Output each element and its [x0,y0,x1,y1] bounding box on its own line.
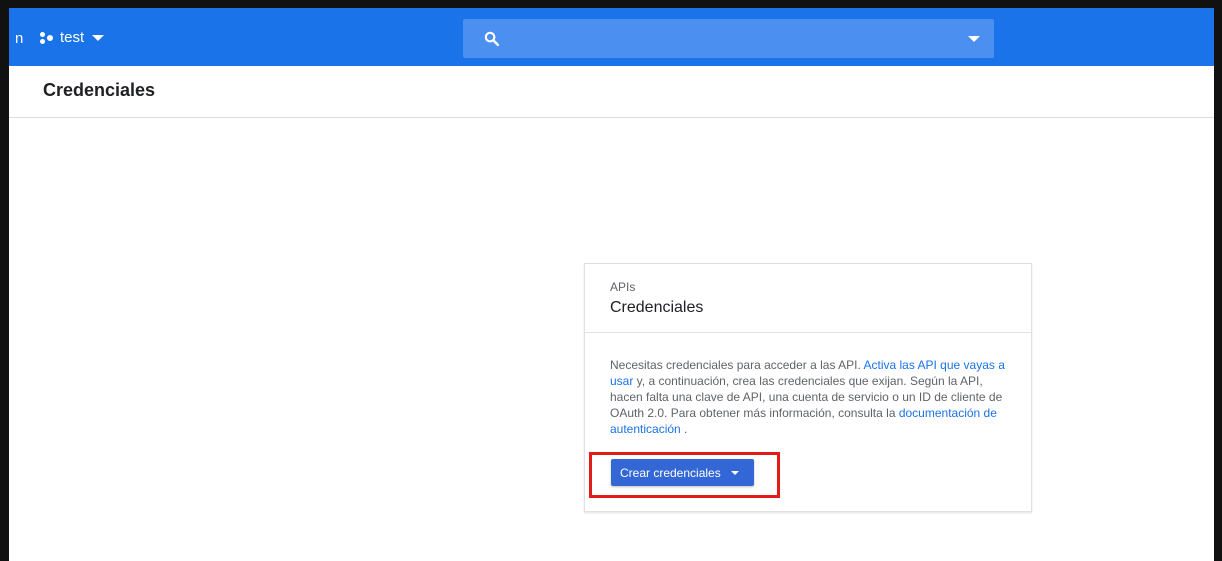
project-selector[interactable]: test [40,26,105,50]
frame-border-left [0,0,9,561]
description-text-1: Necesitas credenciales para acceder a la… [610,358,864,372]
card-eyebrow: APIs [610,280,636,294]
search-dropdown-chevron-icon[interactable] [968,36,980,42]
search-input[interactable] [511,27,951,51]
chevron-down-icon [730,470,739,475]
card-description: Necesitas credenciales para acceder a la… [610,357,1010,437]
page-title: Credenciales [43,80,156,100]
top-app-bar: n test [9,8,1214,66]
page-header: Credenciales [9,66,1214,118]
project-dots-icon [40,31,54,45]
card-header: APIs Credenciales [585,264,1031,333]
frame-border-top [0,0,1222,8]
search-bar[interactable] [463,19,994,58]
description-text-3: . [680,422,688,436]
screenshot-frame: n test Credenciales APIs Credenciales Ne… [0,0,1222,561]
project-name: test [60,29,85,46]
create-credentials-button[interactable]: Crear credenciales [611,459,754,486]
partial-app-name: n [15,30,24,47]
create-credentials-label: Crear credenciales [620,465,721,480]
frame-border-right [1214,0,1222,561]
card-title: Credenciales [610,299,704,316]
search-icon [484,31,500,47]
chevron-down-icon [92,35,105,41]
